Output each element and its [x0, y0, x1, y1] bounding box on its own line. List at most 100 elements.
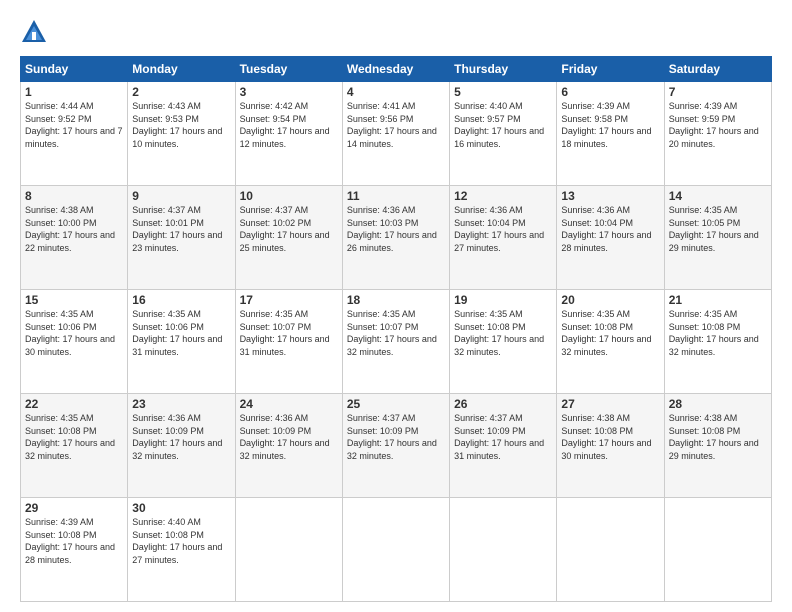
- calendar-header-friday: Friday: [557, 57, 664, 82]
- day-number: 9: [132, 189, 230, 203]
- day-info: Sunrise: 4:35 AMSunset: 10:08 PMDaylight…: [669, 309, 759, 357]
- day-number: 27: [561, 397, 659, 411]
- calendar-cell: 15 Sunrise: 4:35 AMSunset: 10:06 PMDayli…: [21, 290, 128, 394]
- calendar-cell: 29 Sunrise: 4:39 AMSunset: 10:08 PMDayli…: [21, 498, 128, 602]
- calendar-cell: 16 Sunrise: 4:35 AMSunset: 10:06 PMDayli…: [128, 290, 235, 394]
- day-info: Sunrise: 4:36 AMSunset: 10:04 PMDaylight…: [561, 205, 651, 253]
- day-info: Sunrise: 4:44 AMSunset: 9:52 PMDaylight:…: [25, 101, 123, 149]
- calendar-cell: 7 Sunrise: 4:39 AMSunset: 9:59 PMDayligh…: [664, 82, 771, 186]
- day-info: Sunrise: 4:38 AMSunset: 10:08 PMDaylight…: [561, 413, 651, 461]
- calendar-cell: 19 Sunrise: 4:35 AMSunset: 10:08 PMDayli…: [450, 290, 557, 394]
- calendar-cell: 12 Sunrise: 4:36 AMSunset: 10:04 PMDayli…: [450, 186, 557, 290]
- calendar-week-1: 1 Sunrise: 4:44 AMSunset: 9:52 PMDayligh…: [21, 82, 772, 186]
- day-info: Sunrise: 4:39 AMSunset: 10:08 PMDaylight…: [25, 517, 115, 565]
- day-info: Sunrise: 4:38 AMSunset: 10:00 PMDaylight…: [25, 205, 115, 253]
- day-number: 11: [347, 189, 445, 203]
- day-number: 29: [25, 501, 123, 515]
- calendar-cell: 23 Sunrise: 4:36 AMSunset: 10:09 PMDayli…: [128, 394, 235, 498]
- day-number: 21: [669, 293, 767, 307]
- page: SundayMondayTuesdayWednesdayThursdayFrid…: [0, 0, 792, 612]
- calendar-week-2: 8 Sunrise: 4:38 AMSunset: 10:00 PMDaylig…: [21, 186, 772, 290]
- day-number: 22: [25, 397, 123, 411]
- calendar-cell: 18 Sunrise: 4:35 AMSunset: 10:07 PMDayli…: [342, 290, 449, 394]
- day-number: 7: [669, 85, 767, 99]
- calendar-cell: [664, 498, 771, 602]
- calendar-cell: 27 Sunrise: 4:38 AMSunset: 10:08 PMDayli…: [557, 394, 664, 498]
- day-number: 18: [347, 293, 445, 307]
- header: [20, 18, 772, 46]
- calendar-cell: 25 Sunrise: 4:37 AMSunset: 10:09 PMDayli…: [342, 394, 449, 498]
- calendar-header-tuesday: Tuesday: [235, 57, 342, 82]
- day-info: Sunrise: 4:38 AMSunset: 10:08 PMDaylight…: [669, 413, 759, 461]
- calendar-cell: [450, 498, 557, 602]
- day-number: 23: [132, 397, 230, 411]
- day-info: Sunrise: 4:36 AMSunset: 10:04 PMDaylight…: [454, 205, 544, 253]
- calendar-week-3: 15 Sunrise: 4:35 AMSunset: 10:06 PMDayli…: [21, 290, 772, 394]
- day-number: 16: [132, 293, 230, 307]
- calendar-header-wednesday: Wednesday: [342, 57, 449, 82]
- day-number: 30: [132, 501, 230, 515]
- day-info: Sunrise: 4:35 AMSunset: 10:08 PMDaylight…: [454, 309, 544, 357]
- day-info: Sunrise: 4:41 AMSunset: 9:56 PMDaylight:…: [347, 101, 437, 149]
- calendar-cell: 1 Sunrise: 4:44 AMSunset: 9:52 PMDayligh…: [21, 82, 128, 186]
- day-number: 2: [132, 85, 230, 99]
- day-info: Sunrise: 4:35 AMSunset: 10:05 PMDaylight…: [669, 205, 759, 253]
- day-info: Sunrise: 4:37 AMSunset: 10:01 PMDaylight…: [132, 205, 222, 253]
- calendar-cell: 30 Sunrise: 4:40 AMSunset: 10:08 PMDayli…: [128, 498, 235, 602]
- day-number: 14: [669, 189, 767, 203]
- day-info: Sunrise: 4:35 AMSunset: 10:08 PMDaylight…: [25, 413, 115, 461]
- calendar-header-saturday: Saturday: [664, 57, 771, 82]
- day-info: Sunrise: 4:37 AMSunset: 10:02 PMDaylight…: [240, 205, 330, 253]
- day-info: Sunrise: 4:39 AMSunset: 9:59 PMDaylight:…: [669, 101, 759, 149]
- day-info: Sunrise: 4:35 AMSunset: 10:07 PMDaylight…: [240, 309, 330, 357]
- day-number: 4: [347, 85, 445, 99]
- day-number: 17: [240, 293, 338, 307]
- calendar-header-row: SundayMondayTuesdayWednesdayThursdayFrid…: [21, 57, 772, 82]
- calendar-cell: 14 Sunrise: 4:35 AMSunset: 10:05 PMDayli…: [664, 186, 771, 290]
- day-number: 19: [454, 293, 552, 307]
- calendar-cell: 22 Sunrise: 4:35 AMSunset: 10:08 PMDayli…: [21, 394, 128, 498]
- day-info: Sunrise: 4:43 AMSunset: 9:53 PMDaylight:…: [132, 101, 222, 149]
- day-number: 25: [347, 397, 445, 411]
- day-info: Sunrise: 4:35 AMSunset: 10:07 PMDaylight…: [347, 309, 437, 357]
- day-info: Sunrise: 4:37 AMSunset: 10:09 PMDaylight…: [454, 413, 544, 461]
- day-info: Sunrise: 4:40 AMSunset: 9:57 PMDaylight:…: [454, 101, 544, 149]
- day-number: 6: [561, 85, 659, 99]
- day-info: Sunrise: 4:36 AMSunset: 10:09 PMDaylight…: [240, 413, 330, 461]
- calendar-cell: 8 Sunrise: 4:38 AMSunset: 10:00 PMDaylig…: [21, 186, 128, 290]
- calendar-body: 1 Sunrise: 4:44 AMSunset: 9:52 PMDayligh…: [21, 82, 772, 602]
- day-info: Sunrise: 4:35 AMSunset: 10:06 PMDaylight…: [25, 309, 115, 357]
- calendar-cell: 5 Sunrise: 4:40 AMSunset: 9:57 PMDayligh…: [450, 82, 557, 186]
- calendar-cell: 2 Sunrise: 4:43 AMSunset: 9:53 PMDayligh…: [128, 82, 235, 186]
- day-number: 20: [561, 293, 659, 307]
- calendar-cell: 3 Sunrise: 4:42 AMSunset: 9:54 PMDayligh…: [235, 82, 342, 186]
- calendar-cell: 17 Sunrise: 4:35 AMSunset: 10:07 PMDayli…: [235, 290, 342, 394]
- calendar-table: SundayMondayTuesdayWednesdayThursdayFrid…: [20, 56, 772, 602]
- calendar-cell: 10 Sunrise: 4:37 AMSunset: 10:02 PMDayli…: [235, 186, 342, 290]
- calendar-week-5: 29 Sunrise: 4:39 AMSunset: 10:08 PMDayli…: [21, 498, 772, 602]
- day-number: 26: [454, 397, 552, 411]
- calendar-cell: 13 Sunrise: 4:36 AMSunset: 10:04 PMDayli…: [557, 186, 664, 290]
- calendar-cell: [557, 498, 664, 602]
- calendar-header-sunday: Sunday: [21, 57, 128, 82]
- calendar-cell: 24 Sunrise: 4:36 AMSunset: 10:09 PMDayli…: [235, 394, 342, 498]
- calendar-cell: 21 Sunrise: 4:35 AMSunset: 10:08 PMDayli…: [664, 290, 771, 394]
- day-info: Sunrise: 4:40 AMSunset: 10:08 PMDaylight…: [132, 517, 222, 565]
- day-number: 1: [25, 85, 123, 99]
- day-info: Sunrise: 4:35 AMSunset: 10:08 PMDaylight…: [561, 309, 651, 357]
- day-info: Sunrise: 4:37 AMSunset: 10:09 PMDaylight…: [347, 413, 437, 461]
- logo-icon: [20, 18, 48, 46]
- day-info: Sunrise: 4:42 AMSunset: 9:54 PMDaylight:…: [240, 101, 330, 149]
- calendar-cell: 20 Sunrise: 4:35 AMSunset: 10:08 PMDayli…: [557, 290, 664, 394]
- day-number: 24: [240, 397, 338, 411]
- day-number: 5: [454, 85, 552, 99]
- day-number: 3: [240, 85, 338, 99]
- day-number: 8: [25, 189, 123, 203]
- day-number: 12: [454, 189, 552, 203]
- calendar-cell: [235, 498, 342, 602]
- logo: [20, 18, 52, 46]
- calendar-week-4: 22 Sunrise: 4:35 AMSunset: 10:08 PMDayli…: [21, 394, 772, 498]
- calendar-cell: 6 Sunrise: 4:39 AMSunset: 9:58 PMDayligh…: [557, 82, 664, 186]
- calendar-cell: [342, 498, 449, 602]
- day-number: 28: [669, 397, 767, 411]
